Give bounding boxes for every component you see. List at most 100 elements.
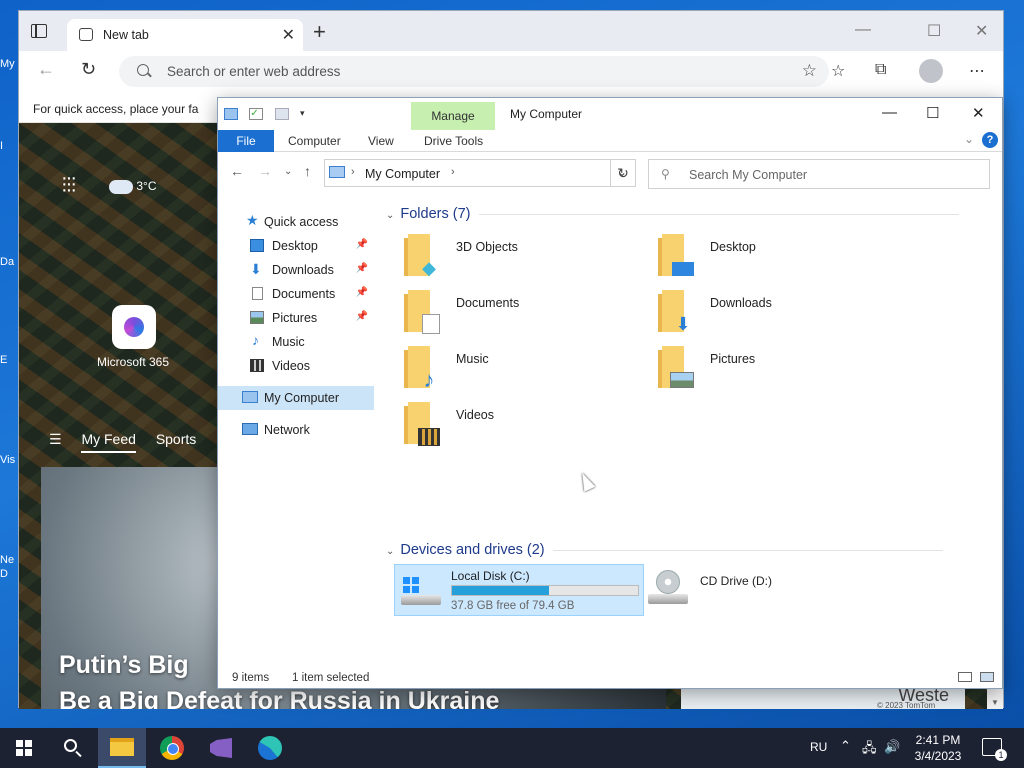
new-folder-icon[interactable] [274, 107, 289, 120]
sidebar-item-network[interactable]: Network [218, 418, 374, 442]
properties-icon[interactable]: ✓ [249, 107, 264, 120]
desktop-icon-label[interactable]: Da [0, 256, 18, 268]
browser-tab[interactable]: New tab ✕ [67, 19, 303, 51]
sidebar-item-videos[interactable]: Videos [218, 354, 374, 378]
pin-icon[interactable]: 📌 [356, 263, 368, 274]
expand-ribbon-icon[interactable]: ⌄ [964, 132, 974, 146]
weather-widget[interactable]: 3°C [109, 173, 156, 194]
desktop-icon-label[interactable]: E [0, 354, 18, 366]
taskbar-chrome[interactable] [148, 728, 196, 768]
pin-icon[interactable]: 📌 [356, 287, 368, 298]
minimize-icon[interactable]: — [855, 21, 871, 39]
minimize-icon[interactable]: — [882, 104, 897, 121]
add-favorite-icon[interactable]: ☆ [802, 61, 817, 81]
refresh-icon[interactable]: ↻ [81, 59, 96, 80]
network-icon[interactable]: 🖧 [862, 739, 877, 761]
folders-group-header[interactable]: ⌄ Folders (7) [386, 206, 959, 222]
desktop-icon-label[interactable]: D [0, 568, 18, 580]
sidebar-item-my-computer[interactable]: My Computer [218, 386, 374, 410]
tab-drive-tools[interactable]: Drive Tools [424, 134, 483, 148]
more-icon[interactable]: ⋯ [969, 61, 985, 81]
sidebar-item-quick-access[interactable]: ★ Quick access [218, 210, 374, 234]
pin-icon[interactable]: 📌 [356, 239, 368, 250]
folder-downloads[interactable]: ⬇ Downloads [654, 288, 894, 342]
chevron-down-icon[interactable]: ⌄ [386, 546, 394, 557]
close-icon[interactable]: ✕ [972, 104, 985, 122]
manage-context-tab[interactable]: Manage [411, 102, 495, 130]
maximize-icon[interactable]: ☐ [927, 21, 941, 41]
chevron-up-icon[interactable]: ⌃ [840, 738, 851, 754]
clock[interactable]: 2:41 PM 3/4/2023 [906, 732, 970, 764]
close-tab-icon[interactable]: ✕ [282, 25, 295, 45]
chevron-right-icon[interactable]: › [451, 166, 455, 178]
back-icon[interactable]: ← [230, 163, 244, 179]
tab-my-feed[interactable]: My Feed [81, 431, 136, 453]
menu-icon[interactable]: ☰ [49, 431, 62, 448]
microsoft-365-tile[interactable] [112, 305, 156, 349]
favorites-icon[interactable]: ☆ [831, 61, 845, 81]
folder-pictures[interactable]: Pictures [654, 344, 894, 398]
up-icon[interactable]: ↑ [304, 163, 311, 179]
pin-icon[interactable]: 📌 [356, 311, 368, 322]
sidebar-item-pictures[interactable]: Pictures 📌 [218, 306, 374, 330]
folder-documents[interactable]: Documents [400, 288, 640, 342]
drives-group-header[interactable]: ⌄ Devices and drives (2) [386, 542, 943, 558]
tab-computer[interactable]: Computer [288, 134, 341, 148]
recent-locations-icon[interactable]: ⌄ [284, 166, 292, 177]
taskbar-visual-studio[interactable] [196, 728, 244, 768]
desktop-icon-label[interactable]: I [0, 140, 18, 152]
tab-actions-icon[interactable] [31, 24, 47, 38]
scroll-down-icon[interactable]: ▼ [991, 698, 999, 707]
optical-drive-icon [648, 594, 688, 604]
taskbar-file-explorer[interactable] [98, 728, 146, 768]
drive-local-disk-c[interactable]: Local Disk (C:) 37.8 GB free of 79.4 GB [394, 564, 644, 616]
help-icon[interactable]: ? [982, 132, 998, 148]
sidebar-item-music[interactable]: ♪ Music [218, 330, 374, 354]
chevron-right-icon[interactable]: › [351, 166, 355, 178]
chevron-down-icon[interactable]: ⌄ [386, 210, 394, 221]
notification-center-icon[interactable]: 1 [982, 738, 1007, 761]
breadcrumb-item[interactable]: My Computer [365, 167, 440, 181]
folder-icon [404, 290, 440, 334]
folder-icon [658, 234, 694, 278]
sidebar-item-label: Documents [272, 287, 336, 301]
taskbar-search-button[interactable] [48, 728, 96, 768]
folder-music[interactable]: ♪ Music [400, 344, 640, 398]
drive-name: CD Drive (D:) [700, 574, 772, 588]
search-input[interactable]: ⚲ Search My Computer [648, 159, 990, 189]
volume-icon[interactable]: 🔊 [884, 739, 900, 755]
hard-drive-icon [401, 575, 441, 607]
desktop-icon-label[interactable]: Vis [0, 454, 18, 466]
tab-file[interactable]: File [218, 130, 274, 152]
refresh-button[interactable]: ↻ [610, 159, 636, 187]
folder-3d-objects[interactable]: ◆ 3D Objects [400, 232, 640, 286]
customize-toolbar-icon[interactable]: ▾ [300, 108, 314, 120]
collections-icon[interactable]: ⧉ [875, 61, 886, 79]
folder-videos[interactable]: Videos [400, 400, 640, 454]
profile-avatar[interactable] [919, 59, 943, 83]
language-indicator[interactable]: RU [810, 740, 827, 754]
breadcrumb[interactable]: › My Computer › ⌄ [324, 159, 636, 187]
back-icon[interactable]: ← [37, 59, 55, 80]
close-icon[interactable]: ✕ [975, 21, 988, 41]
folder-desktop[interactable]: Desktop [654, 232, 894, 286]
sidebar-item-desktop[interactable]: Desktop 📌 [218, 234, 374, 258]
start-button[interactable] [0, 728, 48, 768]
tab-sports[interactable]: Sports [156, 431, 196, 447]
details-view-icon[interactable] [958, 672, 972, 682]
tab-view[interactable]: View [368, 134, 394, 148]
forward-icon[interactable]: → [258, 163, 272, 179]
drive-cd-d[interactable]: CD Drive (D:) [648, 564, 898, 616]
sidebar-item-documents[interactable]: Documents 📌 [218, 282, 374, 306]
desktop-icon-label[interactable]: Ne [0, 554, 18, 566]
maximize-icon[interactable]: ☐ [926, 104, 939, 122]
sidebar-item-downloads[interactable]: ⬇ Downloads 📌 [218, 258, 374, 282]
new-tab-button[interactable]: + [313, 19, 326, 45]
taskbar-edge[interactable] [246, 728, 294, 768]
apps-launcher-icon[interactable]: ··· ··· ··· [61, 168, 77, 200]
large-icons-view-icon[interactable] [980, 672, 994, 682]
computer-icon[interactable] [224, 107, 238, 120]
map-card[interactable]: Weste © 2023 TomTom [681, 689, 965, 709]
desktop-icon-label[interactable]: My [0, 58, 18, 70]
address-bar[interactable]: Search or enter web address ☆ [119, 56, 829, 87]
